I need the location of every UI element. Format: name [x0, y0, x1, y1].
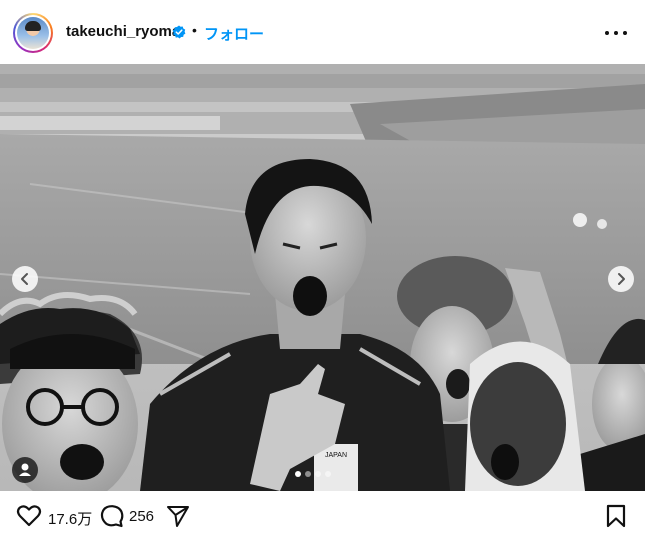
- avatar-ring: [15, 15, 51, 51]
- carousel-dot: [315, 471, 321, 477]
- username[interactable]: takeuchi_ryoma: [66, 23, 180, 40]
- chevron-right-icon: [618, 273, 625, 285]
- avatar-image: [17, 17, 49, 49]
- bookmark-icon[interactable]: [606, 504, 626, 528]
- carousel-dot: [325, 471, 331, 477]
- post-actions: 17.6万 256: [0, 491, 645, 543]
- more-options-icon[interactable]: [603, 22, 629, 42]
- prev-slide-button[interactable]: [12, 266, 38, 292]
- post-header: takeuchi_ryoma • フォロー: [0, 0, 645, 64]
- comment-count[interactable]: 256: [129, 508, 154, 525]
- carousel-dot: [295, 471, 301, 477]
- heart-icon[interactable]: [16, 504, 42, 528]
- follow-button[interactable]: フォロー: [204, 23, 264, 44]
- like-count[interactable]: 17.6万: [48, 508, 92, 529]
- comment-icon[interactable]: [100, 504, 124, 528]
- send-icon[interactable]: [166, 504, 190, 528]
- user-tag-glyph: [19, 463, 31, 476]
- verified-badge-icon: [172, 25, 186, 39]
- separator-dot: •: [192, 22, 197, 38]
- user-tag-icon[interactable]: [12, 457, 38, 483]
- next-slide-button[interactable]: [608, 266, 634, 292]
- chevron-left-icon: [21, 273, 28, 285]
- post-photo[interactable]: JAPAN: [0, 64, 645, 491]
- carousel-dot: [305, 471, 311, 477]
- stadium-photo: JAPAN: [0, 64, 645, 491]
- jersey-text: JAPAN: [325, 452, 347, 459]
- avatar[interactable]: [13, 13, 53, 53]
- avatar-hair: [25, 21, 41, 31]
